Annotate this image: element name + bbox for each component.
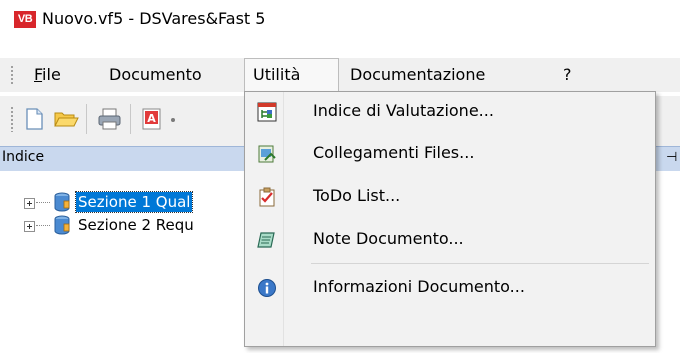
tree-item[interactable]: Sezione 1 Qual: [24, 191, 264, 216]
menu-utilita[interactable]: Utilità: [244, 58, 339, 92]
info-icon: [257, 278, 277, 298]
evaluation-index-icon: [257, 102, 277, 122]
menu-file-mnemonic: F: [34, 65, 43, 84]
menu-file-label: ile: [42, 65, 61, 84]
pin-icon[interactable]: ⊣: [666, 150, 677, 165]
toolbar-separator: [86, 104, 87, 134]
menu-bar: File Documento Utilità Documentazione ?: [0, 58, 680, 92]
menu-item-todo-list[interactable]: ToDo List...: [245, 179, 655, 215]
menu-file[interactable]: File: [26, 58, 69, 92]
print-icon[interactable]: [96, 106, 124, 132]
menubar-grip[interactable]: [10, 65, 14, 85]
menu-item-note-documento[interactable]: Note Documento...: [245, 222, 655, 258]
menu-separator: [311, 263, 649, 264]
menu-item-informazioni-documento[interactable]: Informazioni Documento...: [245, 270, 655, 306]
tree-connector: [36, 225, 50, 226]
tree-connector: [36, 202, 50, 203]
app-logo-icon: VB: [14, 11, 36, 28]
tree-item-label[interactable]: Sezione 2 Requ: [76, 215, 196, 235]
tree-item-label[interactable]: Sezione 1 Qual: [74, 191, 194, 213]
menu-icon-column: [245, 92, 284, 346]
menu-item-label: Indice di Valutazione...: [313, 101, 494, 120]
todo-list-icon: [257, 187, 277, 207]
menu-item-label: Informazioni Documento...: [313, 277, 525, 296]
section-database-icon: [54, 215, 70, 235]
expand-icon[interactable]: [24, 198, 35, 209]
menu-item-label: Collegamenti Files...: [313, 143, 475, 162]
tree-item[interactable]: Sezione 2 Requ: [24, 215, 264, 239]
section-database-icon: [54, 192, 70, 212]
open-folder-icon[interactable]: [52, 106, 80, 132]
menu-documento[interactable]: Documento: [101, 58, 210, 92]
index-panel-title: Indice: [2, 149, 45, 165]
toolbar-overflow-icon[interactable]: [170, 106, 180, 132]
svg-text:A: A: [147, 112, 156, 125]
utilita-dropdown-menu: Indice di Valutazione... Collegamenti Fi…: [244, 91, 656, 347]
menu-item-collegamenti-files[interactable]: Collegamenti Files...: [245, 136, 655, 172]
pdf-export-icon[interactable]: A: [140, 106, 164, 132]
expand-icon[interactable]: [24, 221, 35, 232]
new-document-icon[interactable]: [22, 106, 46, 132]
toolbar-separator: [130, 104, 131, 134]
document-notes-icon: [257, 230, 277, 250]
title-bar: VB Nuovo.vf5 - DSVares&Fast 5: [0, 0, 680, 42]
menu-item-indice-valutazione[interactable]: Indice di Valutazione...: [245, 94, 655, 130]
file-links-icon: [257, 144, 277, 164]
menu-help[interactable]: ?: [555, 58, 580, 92]
menu-item-label: Note Documento...: [313, 229, 464, 248]
menu-documentazione[interactable]: Documentazione: [342, 58, 493, 92]
window-title: Nuovo.vf5 - DSVares&Fast 5: [42, 9, 266, 28]
menu-item-label: ToDo List...: [313, 186, 401, 205]
toolbar-grip[interactable]: [10, 106, 14, 132]
